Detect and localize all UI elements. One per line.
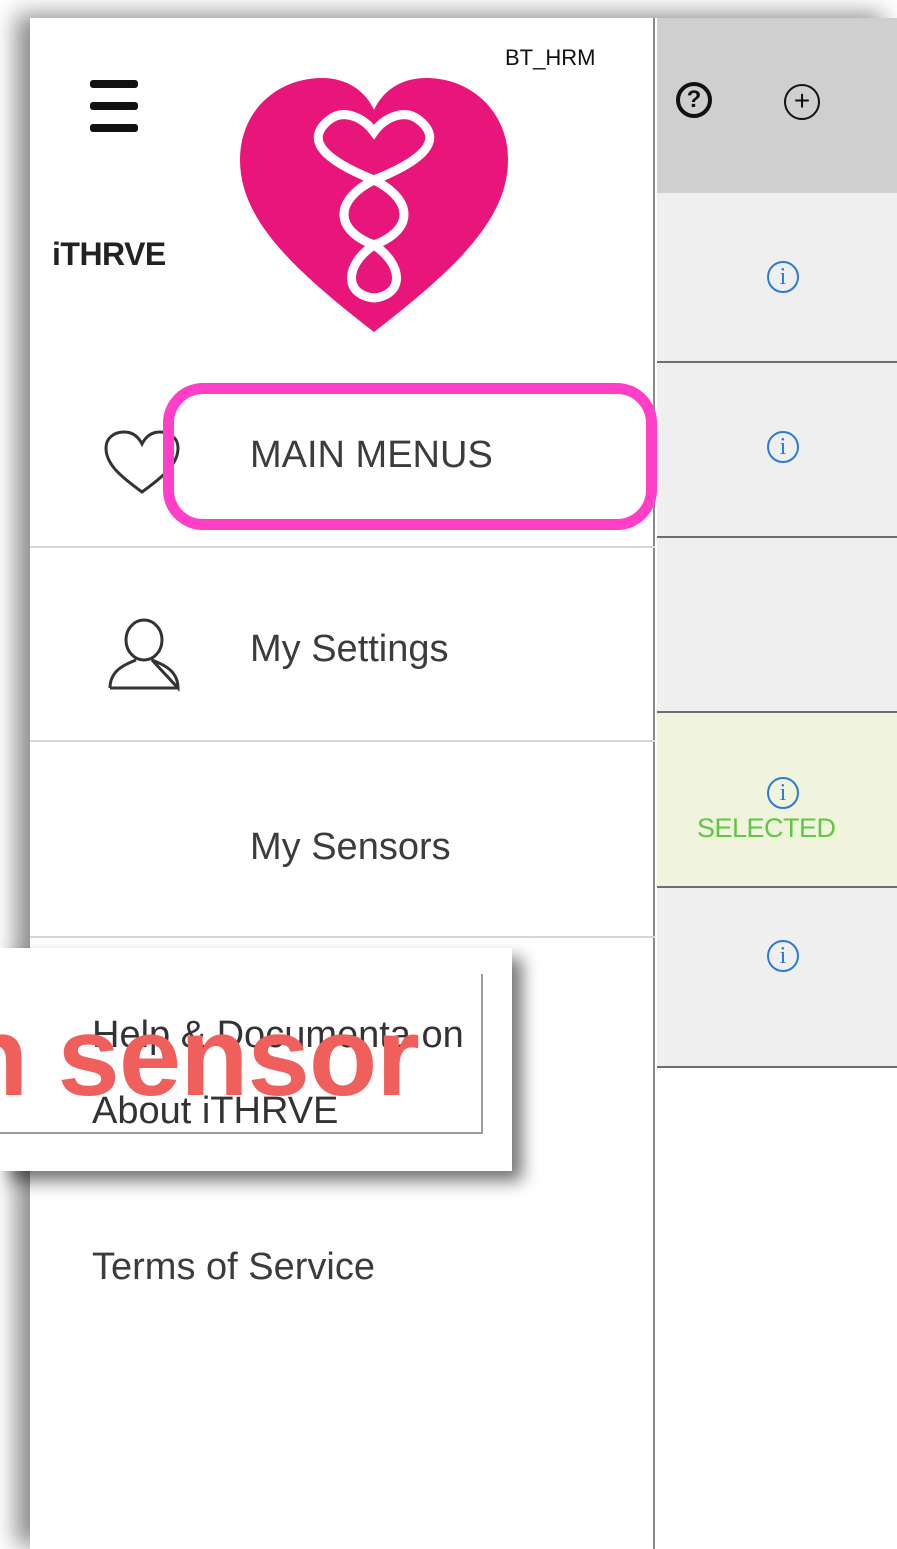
info-icon[interactable]: i	[767, 431, 799, 463]
info-icon[interactable]: i	[767, 777, 799, 809]
menu-item-my-settings[interactable]: My Settings	[30, 548, 655, 742]
menu-item-terms[interactable]: Terms of Service	[30, 1160, 655, 1300]
menu-label-terms: Terms of Service	[92, 1246, 375, 1288]
sensor-row[interactable]: i	[657, 888, 897, 1068]
hamburger-menu-icon[interactable]	[90, 80, 138, 134]
callout-overlay-text: n sensor	[0, 994, 420, 1119]
device-name: BT_HRM	[505, 45, 596, 70]
add-icon[interactable]: +	[784, 84, 820, 120]
sensor-row[interactable]	[657, 538, 897, 713]
info-icon[interactable]: i	[767, 261, 799, 293]
menu-item-my-sensors[interactable]: My Sensors	[30, 742, 655, 938]
sensor-row[interactable]: i	[657, 363, 897, 538]
callout-inner: Help & Documenta on About iTHRVE n senso…	[0, 974, 483, 1134]
info-icon[interactable]: i	[767, 940, 799, 972]
sensor-list-panel: i i i SELECTED i	[657, 18, 897, 1549]
person-icon	[108, 618, 180, 692]
brand-name: iTHRVE	[52, 236, 166, 272]
sensor-row[interactable]: i	[657, 193, 897, 363]
selected-badge: SELECTED	[697, 813, 836, 843]
menu-label-my-sensors: My Sensors	[250, 826, 451, 868]
highlight-ring	[163, 383, 657, 530]
logo-heart-icon	[240, 78, 508, 332]
help-icon[interactable]: ?	[676, 82, 712, 118]
sensor-row-selected[interactable]: i SELECTED	[657, 713, 897, 888]
menu-label-my-settings: My Settings	[250, 628, 449, 670]
zoom-callout: Help & Documenta on About iTHRVE n senso…	[0, 948, 512, 1171]
